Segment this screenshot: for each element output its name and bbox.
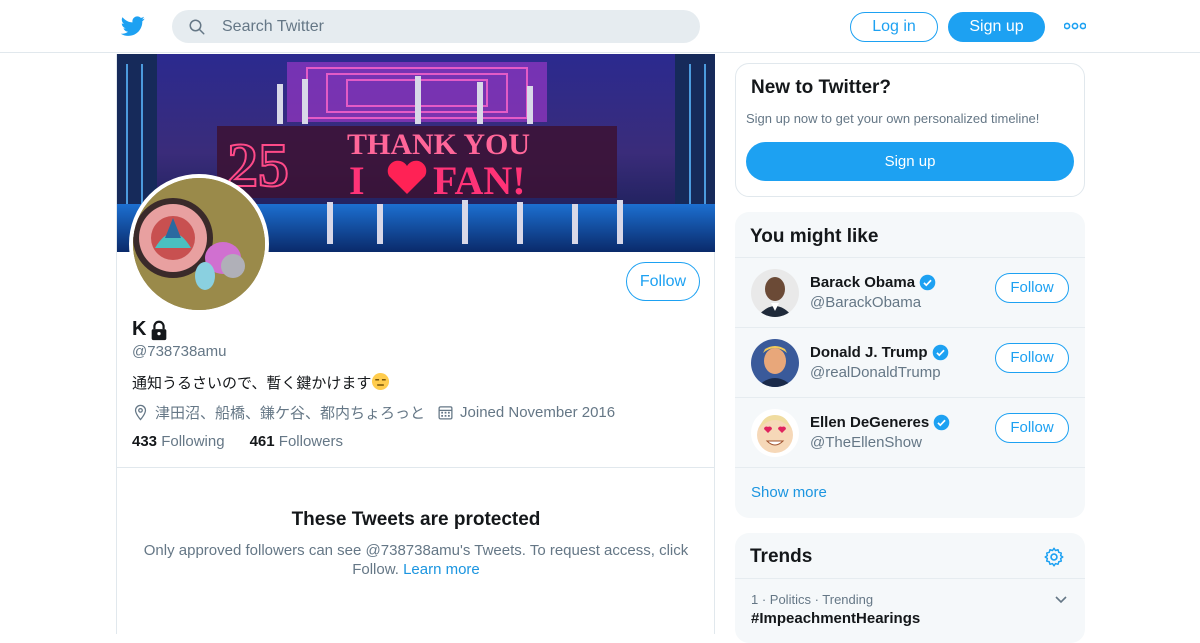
followers-link[interactable]: 461 Followers xyxy=(250,433,343,450)
lock-icon xyxy=(151,320,167,341)
account-name[interactable]: Barack Obama xyxy=(810,274,936,291)
trend-item[interactable]: 1 · Politics · Trending #ImpeachmentHear… xyxy=(735,578,1085,643)
account-name-text: Ellen DeGeneres xyxy=(810,414,930,431)
profile-bio: 通知うるさいので、暫く鍵かけます xyxy=(132,372,390,393)
follow-button[interactable]: Follow xyxy=(995,413,1069,443)
avatar-portrait xyxy=(751,269,799,317)
location-pin-icon xyxy=(134,404,147,421)
svg-text:THANK YOU: THANK YOU xyxy=(347,128,530,161)
expressionless-face-emoji xyxy=(372,372,390,391)
profile-location: 津田沼、船橋、鎌ケ谷、都内ちょろっと xyxy=(155,405,426,422)
verified-badge-icon xyxy=(932,344,948,361)
more-dots-icon[interactable] xyxy=(1064,22,1086,30)
trend-name: #ImpeachmentHearings xyxy=(751,610,921,627)
suggested-account-row[interactable]: Donald J. Trump @realDonaldTrump Follow xyxy=(735,327,1085,397)
you-might-like-card: You might like Barack Obama @BarackObama… xyxy=(735,212,1085,518)
profile-follow-button[interactable]: Follow xyxy=(626,262,700,301)
chevron-down-icon[interactable] xyxy=(1053,591,1069,607)
account-avatar[interactable] xyxy=(751,339,799,387)
trends-title: Trends xyxy=(750,546,813,567)
twitter-bird-icon[interactable] xyxy=(120,14,146,38)
profile-column: 25 THANK YOU I FAN! Follow K @738738amu … xyxy=(116,54,715,634)
following-count: 433 xyxy=(132,433,158,450)
following-link[interactable]: 433 Following xyxy=(132,433,225,450)
show-more-label: Show more xyxy=(751,484,827,501)
account-handle: @realDonaldTrump xyxy=(810,364,941,381)
trends-card: Trends 1 · Politics · Trending #Impeachm… xyxy=(735,533,1085,643)
new-to-twitter-subtitle: Sign up now to get your own personalized… xyxy=(746,111,1040,126)
search-bar[interactable] xyxy=(172,10,700,43)
avatar-manhole-illustration xyxy=(133,178,265,310)
following-label: Following xyxy=(161,433,225,450)
followers-label: Followers xyxy=(278,433,343,450)
suggested-account-row[interactable]: Ellen DeGeneres @TheEllenShow Follow xyxy=(735,397,1085,467)
account-name-text: Barack Obama xyxy=(810,274,916,291)
suggested-account-row[interactable]: Barack Obama @BarackObama Follow xyxy=(735,257,1085,327)
learn-more-link[interactable]: Learn more xyxy=(403,561,480,578)
profile-avatar[interactable] xyxy=(129,174,269,314)
gear-icon[interactable] xyxy=(1043,546,1065,568)
follow-button[interactable]: Follow xyxy=(995,343,1069,373)
svg-text:I: I xyxy=(349,158,365,203)
follow-button[interactable]: Follow xyxy=(995,273,1069,303)
new-to-twitter-title: New to Twitter? xyxy=(751,77,892,98)
calendar-icon xyxy=(438,406,453,420)
sidebar-signup-button[interactable]: Sign up xyxy=(746,142,1074,181)
protected-tweets-message: Only approved followers can see @738738a… xyxy=(137,541,695,579)
account-avatar[interactable] xyxy=(751,269,799,317)
profile-divider xyxy=(117,467,715,468)
profile-handle: @738738amu xyxy=(132,343,227,360)
profile-follow-counts: 433 Following 461 Followers xyxy=(132,433,343,450)
account-name[interactable]: Donald J. Trump xyxy=(810,344,949,361)
profile-meta: 津田沼、船橋、鎌ケ谷、都内ちょろっと Joined November 2016 xyxy=(132,402,615,423)
you-might-like-title: You might like xyxy=(750,226,879,247)
trend-context: 1 · Politics · Trending xyxy=(751,592,874,607)
protected-tweets-title: These Tweets are protected xyxy=(291,509,541,530)
account-name-text: Donald J. Trump xyxy=(810,344,928,361)
top-navigation-bar: Log in Sign up xyxy=(0,0,1200,53)
profile-display-name: K xyxy=(132,318,147,340)
signup-button[interactable]: Sign up xyxy=(948,12,1045,42)
profile-joined-date: Joined November 2016 xyxy=(460,404,616,421)
bio-text: 通知うるさいので、暫く鍵かけます xyxy=(132,375,372,392)
avatar-portrait xyxy=(751,339,799,387)
followers-count: 461 xyxy=(249,433,275,450)
search-icon xyxy=(189,19,205,35)
search-input[interactable] xyxy=(222,10,682,43)
login-button[interactable]: Log in xyxy=(850,12,938,42)
svg-text:FAN!: FAN! xyxy=(433,158,526,203)
account-handle: @BarackObama xyxy=(810,294,922,311)
show-more-link[interactable]: Show more xyxy=(735,467,1085,518)
avatar-heart-eyes-emoji xyxy=(751,409,799,457)
verified-badge-icon xyxy=(919,274,936,291)
account-name[interactable]: Ellen DeGeneres xyxy=(810,414,950,431)
account-avatar[interactable] xyxy=(751,409,799,457)
account-handle: @TheEllenShow xyxy=(810,434,922,451)
verified-badge-icon xyxy=(933,414,950,431)
new-to-twitter-card: New to Twitter? Sign up now to get your … xyxy=(735,63,1085,197)
